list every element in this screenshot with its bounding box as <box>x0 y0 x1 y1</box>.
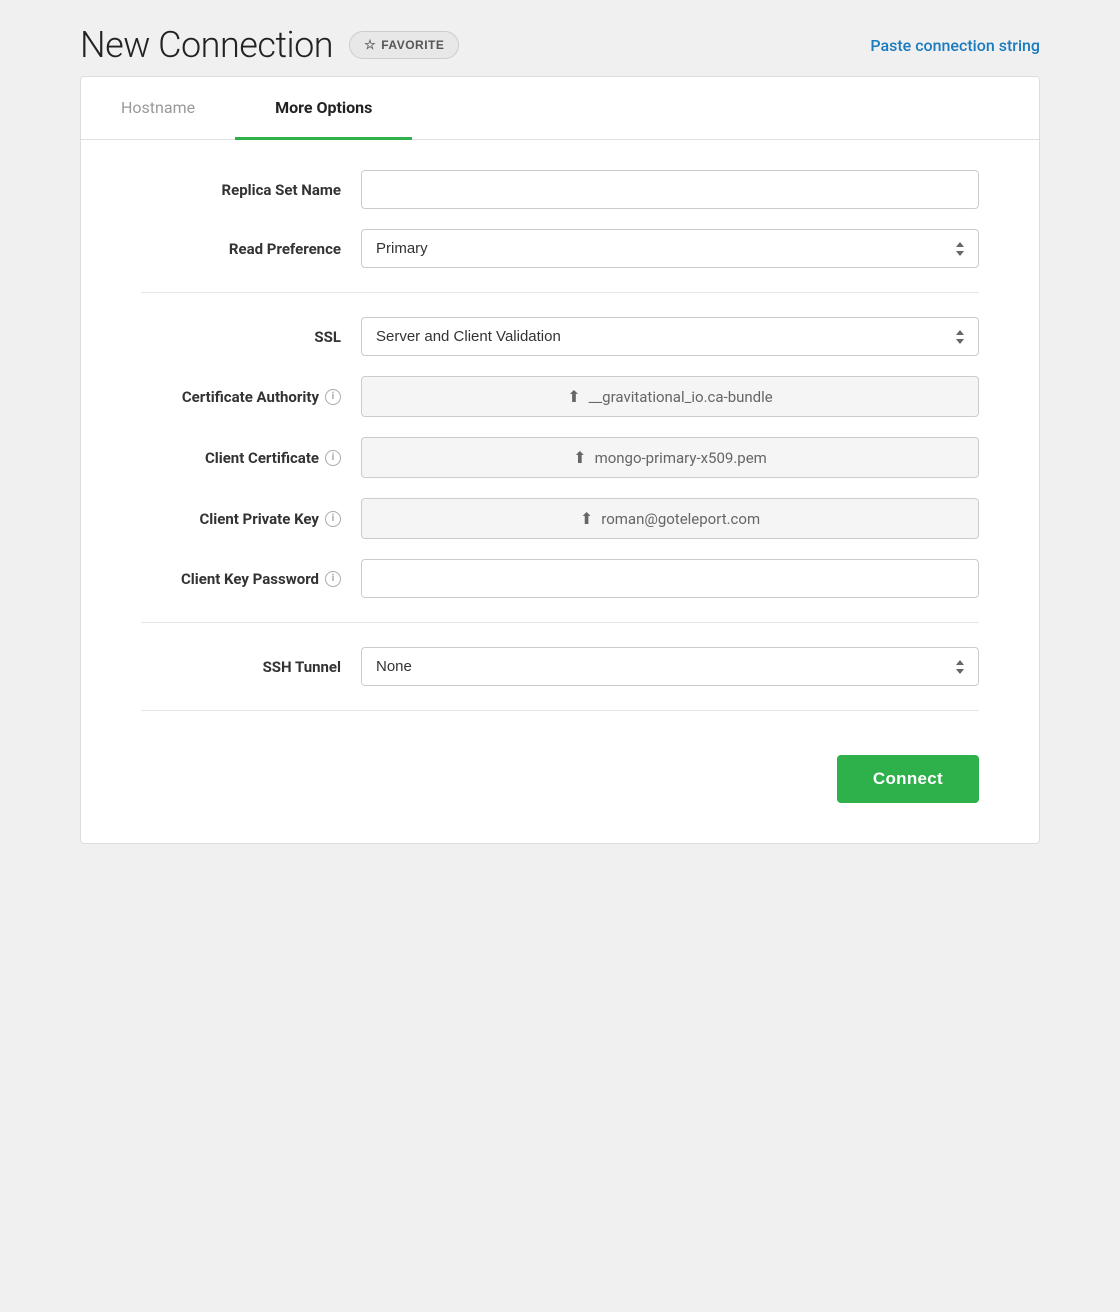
form-section-ssl: SSL None Unvalidated Server Validation S… <box>141 317 979 623</box>
ssh-tunnel-select[interactable]: None SSH with Password SSH with Identity… <box>361 647 979 686</box>
tab-hostname[interactable]: Hostname <box>81 78 235 140</box>
ssh-tunnel-row: SSH Tunnel None SSH with Password SSH wi… <box>141 647 979 686</box>
upload-icon-ca: ⬆ <box>567 387 580 406</box>
star-icon: ☆ <box>364 37 376 53</box>
replica-set-label: Replica Set Name <box>141 181 361 199</box>
client-private-key-label: Client Private Key i <box>141 510 361 528</box>
certificate-authority-info-icon[interactable]: i <box>325 389 341 405</box>
client-certificate-filename: mongo-primary-x509.pem <box>595 449 767 467</box>
client-private-key-row: Client Private Key i ⬆ roman@goteleport.… <box>141 498 979 539</box>
ssl-row: SSL None Unvalidated Server Validation S… <box>141 317 979 356</box>
favorite-button[interactable]: ☆ FAVORITE <box>349 31 459 59</box>
page-title: New Connection <box>80 24 333 66</box>
ssl-label: SSL <box>141 328 361 346</box>
favorite-label: FAVORITE <box>381 38 444 52</box>
replica-set-field <box>361 170 979 209</box>
read-preference-label: Read Preference <box>141 240 361 258</box>
client-key-password-input[interactable] <box>361 559 979 598</box>
client-private-key-filename: roman@goteleport.com <box>601 510 760 528</box>
form-content: Replica Set Name Read Preference Primary… <box>81 140 1039 843</box>
client-key-password-info-icon[interactable]: i <box>325 571 341 587</box>
client-key-password-row: Client Key Password i <box>141 559 979 598</box>
app-window: New Connection ☆ FAVORITE Paste connecti… <box>60 0 1060 1312</box>
client-certificate-info-icon[interactable]: i <box>325 450 341 466</box>
replica-set-row: Replica Set Name <box>141 170 979 209</box>
main-card: Hostname More Options Replica Set Name R… <box>80 76 1040 844</box>
ssh-tunnel-label: SSH Tunnel <box>141 658 361 676</box>
read-preference-row: Read Preference Primary Primary Preferre… <box>141 229 979 268</box>
form-section-basic: Replica Set Name Read Preference Primary… <box>141 170 979 293</box>
header-left: New Connection ☆ FAVORITE <box>80 24 459 66</box>
tab-more-options[interactable]: More Options <box>235 78 412 140</box>
paste-connection-link[interactable]: Paste connection string <box>870 36 1040 55</box>
upload-icon-cert: ⬆ <box>573 448 586 467</box>
certificate-authority-filename: __gravitational_io.ca-bundle <box>589 388 773 406</box>
client-certificate-label: Client Certificate i <box>141 449 361 467</box>
header: New Connection ☆ FAVORITE Paste connecti… <box>80 24 1040 66</box>
client-certificate-upload[interactable]: ⬆ mongo-primary-x509.pem <box>361 437 979 478</box>
ssl-field: None Unvalidated Server Validation Serve… <box>361 317 979 356</box>
tabs: Hostname More Options <box>81 77 1039 140</box>
client-private-key-info-icon[interactable]: i <box>325 511 341 527</box>
client-private-key-field: ⬆ roman@goteleport.com <box>361 498 979 539</box>
certificate-authority-row: Certificate Authority i ⬆ __gravitationa… <box>141 376 979 417</box>
form-section-ssh: SSH Tunnel None SSH with Password SSH wi… <box>141 647 979 711</box>
client-private-key-upload[interactable]: ⬆ roman@goteleport.com <box>361 498 979 539</box>
read-preference-field: Primary Primary Preferred Secondary Seco… <box>361 229 979 268</box>
certificate-authority-label: Certificate Authority i <box>141 388 361 406</box>
client-certificate-field: ⬆ mongo-primary-x509.pem <box>361 437 979 478</box>
read-preference-select[interactable]: Primary Primary Preferred Secondary Seco… <box>361 229 979 268</box>
certificate-authority-field: ⬆ __gravitational_io.ca-bundle <box>361 376 979 417</box>
connect-row: Connect <box>141 735 979 803</box>
certificate-authority-upload[interactable]: ⬆ __gravitational_io.ca-bundle <box>361 376 979 417</box>
client-certificate-row: Client Certificate i ⬆ mongo-primary-x50… <box>141 437 979 478</box>
replica-set-input[interactable] <box>361 170 979 209</box>
upload-icon-key: ⬆ <box>580 509 593 528</box>
client-key-password-label: Client Key Password i <box>141 570 361 588</box>
client-key-password-field <box>361 559 979 598</box>
connect-button[interactable]: Connect <box>837 755 979 803</box>
ssl-select[interactable]: None Unvalidated Server Validation Serve… <box>361 317 979 356</box>
ssh-tunnel-field: None SSH with Password SSH with Identity… <box>361 647 979 686</box>
